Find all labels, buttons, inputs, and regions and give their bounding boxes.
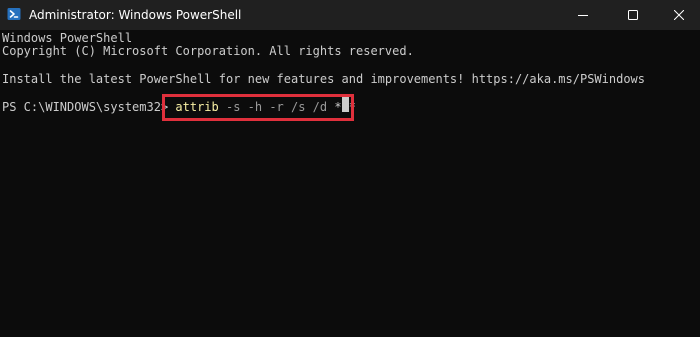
- console-line: Copyright (C) Microsoft Corporation. All…: [2, 44, 414, 58]
- text-cursor: [342, 97, 349, 112]
- console-line: Install the latest PowerShell for new fe…: [2, 72, 645, 86]
- console-output[interactable]: Windows PowerShell Copyright (C) Microso…: [0, 30, 700, 337]
- close-button[interactable]: [656, 0, 700, 30]
- command-highlight-box: [162, 94, 354, 121]
- minimize-icon: [578, 15, 588, 16]
- powershell-window: Administrator: Windows PowerShell Window…: [0, 0, 700, 337]
- powershell-icon: [7, 7, 21, 21]
- minimize-button[interactable]: [560, 0, 606, 30]
- maximize-button[interactable]: [610, 0, 656, 30]
- close-icon: [674, 10, 684, 20]
- maximize-icon: [628, 10, 638, 20]
- window-title: Administrator: Windows PowerShell: [29, 8, 242, 22]
- title-bar[interactable]: Administrator: Windows PowerShell: [0, 0, 700, 30]
- prompt: PS C:\WINDOWS\system32>: [2, 100, 176, 114]
